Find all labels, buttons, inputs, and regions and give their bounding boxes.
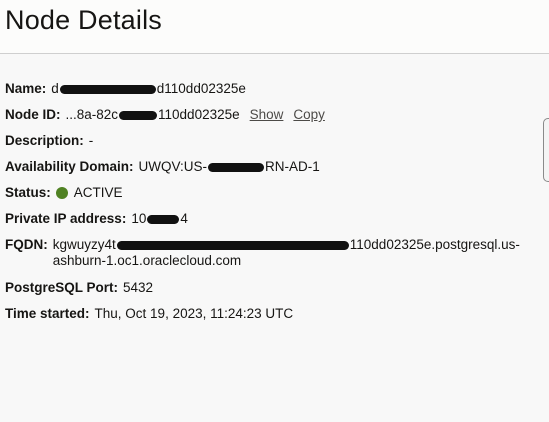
private-ip-label: Private IP address: <box>5 211 127 226</box>
status-value: ACTIVE <box>55 185 123 201</box>
show-node-id-link[interactable]: Show <box>250 107 284 123</box>
page-title: Node Details <box>5 5 162 35</box>
node-id-prefix: ...8a-82c <box>65 107 119 122</box>
name-value-suffix: d110dd02325e <box>156 81 246 96</box>
availability-domain-prefix: UWQV:US- <box>138 159 208 174</box>
name-value: d d110dd02325e <box>51 81 246 97</box>
node-details-panel: Node Details Name: d d110dd02325e Node ID… <box>0 0 549 422</box>
redaction-mark <box>59 84 156 94</box>
detail-row-name: Name: d d110dd02325e <box>5 81 549 107</box>
detail-row-node-id: Node ID: ...8a-82c 110dd02325e Show Copy <box>5 107 549 133</box>
redaction-mark <box>116 240 349 250</box>
availability-domain-suffix: RN-AD-1 <box>265 159 320 174</box>
copy-node-id-link[interactable]: Copy <box>293 107 325 123</box>
status-label: Status: <box>5 185 51 200</box>
status-text: ACTIVE <box>73 185 123 200</box>
name-label: Name: <box>5 81 47 96</box>
redaction-mark <box>208 162 265 172</box>
availability-domain-label: Availability Domain: <box>5 159 134 174</box>
node-id-value: ...8a-82c 110dd02325e <box>66 107 240 123</box>
fqdn-prefix: kgwuyzy4t <box>52 237 116 252</box>
postgresql-port-value: 5432 <box>123 280 154 295</box>
detail-row-fqdn: FQDN: kgwuyzy4t 110dd02325e.postgresql.us… <box>5 237 549 280</box>
detail-row-description: Description: - <box>5 133 549 159</box>
private-ip-prefix: 10 <box>131 211 147 226</box>
private-ip-suffix: 4 <box>180 211 188 226</box>
time-started-label: Time started: <box>5 306 90 321</box>
panel-header: Node Details <box>0 0 549 54</box>
node-id-label: Node ID: <box>5 107 61 122</box>
detail-row-availability-domain: Availability Domain: UWQV:US- RN-AD-1 <box>5 159 549 185</box>
redaction-mark <box>147 214 180 224</box>
fqdn-label: FQDN: <box>5 237 48 252</box>
availability-domain-value: UWQV:US- RN-AD-1 <box>139 159 320 175</box>
detail-row-status: Status: ACTIVE <box>5 185 549 211</box>
postgresql-port-label: PostgreSQL Port: <box>5 280 119 295</box>
fqdn-value: kgwuyzy4t 110dd02325e.postgresql.us-ashbu… <box>53 237 533 269</box>
description-value: - <box>88 133 94 148</box>
description-label: Description: <box>5 133 84 148</box>
redaction-mark <box>119 110 158 120</box>
detail-row-postgresql-port: PostgreSQL Port: 5432 <box>5 280 549 306</box>
detail-row-private-ip: Private IP address: 10 4 <box>5 211 549 237</box>
node-id-suffix: 110dd02325e <box>158 107 240 122</box>
side-panel-handle[interactable] <box>543 118 549 182</box>
name-value-prefix: d <box>51 81 59 96</box>
time-started-value: Thu, Oct 19, 2023, 11:24:23 UTC <box>94 306 294 321</box>
private-ip-value: 10 4 <box>131 211 188 227</box>
detail-row-time-started: Time started: Thu, Oct 19, 2023, 11:24:2… <box>5 306 549 332</box>
status-active-icon <box>55 187 68 199</box>
details-list: Name: d d110dd02325e Node ID: ...8a-82c 11… <box>0 81 549 332</box>
